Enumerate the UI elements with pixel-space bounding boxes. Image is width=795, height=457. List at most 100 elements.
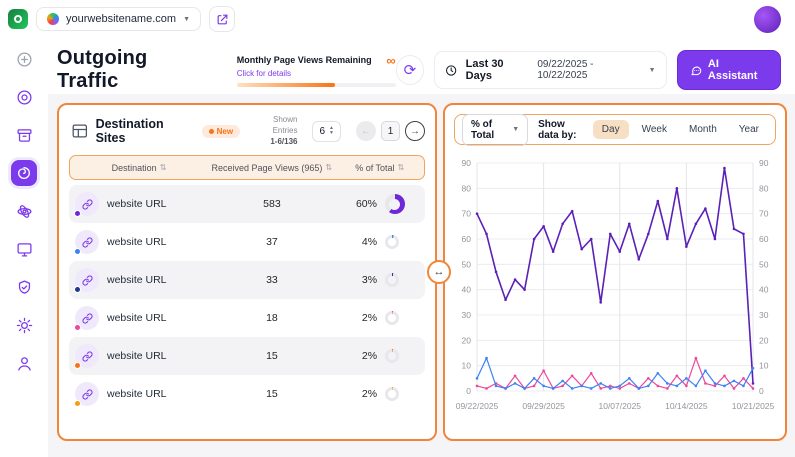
percent-value: 2%	[362, 312, 377, 324]
ai-assistant-label: AI Assistant	[708, 58, 768, 82]
page-views-value: 18	[208, 312, 336, 324]
percent-value: 2%	[362, 350, 377, 362]
sidebar	[0, 38, 48, 457]
column-received-page-views[interactable]: Received Page Views (965)⇅	[208, 163, 335, 173]
clock-icon	[445, 64, 457, 77]
svg-text:10/21/2025: 10/21/2025	[732, 401, 775, 411]
table-row[interactable]: website URL 583 60%	[69, 185, 425, 223]
sidebar-item-archive[interactable]	[11, 122, 37, 148]
percent-value: 4%	[362, 236, 377, 248]
quota-progress-fill	[237, 83, 335, 87]
disc-icon	[16, 89, 33, 106]
table-row[interactable]: website URL 15 2%	[69, 375, 425, 413]
page-views-value: 37	[208, 236, 336, 248]
sort-icon: ⇅	[325, 163, 332, 172]
link-icon-wrap	[75, 192, 99, 216]
granularity-month[interactable]: Month	[680, 120, 726, 139]
granularity-week[interactable]: Week	[633, 120, 676, 139]
chevron-down-icon: ▼	[649, 67, 656, 74]
sidebar-item-sessions[interactable]	[11, 236, 37, 262]
granularity-segments: Day Week Month Year	[593, 120, 768, 139]
line-chart: 0010102020303040405050606070708080909009…	[447, 151, 783, 427]
sidebar-item-outgoing-traffic[interactable]	[11, 160, 37, 186]
percent-value: 2%	[362, 388, 377, 400]
open-site-button[interactable]	[209, 6, 235, 32]
metric-select[interactable]: % of Total ▼	[462, 114, 528, 146]
svg-text:50: 50	[759, 259, 769, 269]
sort-icon: ⇅	[398, 163, 405, 172]
page-size-select[interactable]: 6 ▲▼	[312, 121, 341, 142]
refresh-icon: ⟳	[404, 61, 417, 79]
sidebar-item-add[interactable]	[11, 46, 37, 72]
link-icon	[82, 275, 93, 286]
granularity-day[interactable]: Day	[593, 120, 629, 139]
table-row[interactable]: website URL 37 4%	[69, 223, 425, 261]
row-color-dot	[74, 248, 81, 255]
percent-value: 3%	[362, 274, 377, 286]
granularity-year[interactable]: Year	[730, 120, 768, 139]
destination-label: website URL	[107, 388, 167, 400]
badge-dot-icon	[209, 129, 214, 134]
date-range-picker[interactable]: Last 30 Days 09/22/2025 - 10/22/2025 ▼	[434, 51, 666, 89]
app-window: yourwebsitename.com ▼ Outgoing Traffic M…	[0, 0, 795, 457]
svg-text:30: 30	[462, 310, 472, 320]
show-data-by-label: Show data by:	[538, 119, 585, 141]
page-header: Outgoing Traffic Monthly Page Views Rema…	[0, 38, 795, 94]
destination-label: website URL	[107, 198, 167, 210]
sidebar-item-account[interactable]	[11, 350, 37, 376]
destination-label: website URL	[107, 236, 167, 248]
column-percent-of-total[interactable]: % of Total⇅	[335, 163, 424, 173]
percent-donut	[385, 235, 399, 249]
quota-details-link[interactable]: Click for details	[237, 69, 396, 78]
svg-text:40: 40	[759, 285, 769, 295]
quota-widget: Monthly Page Views Remaining ∞ Click for…	[237, 54, 396, 87]
svg-text:70: 70	[759, 209, 769, 219]
destination-label: website URL	[107, 350, 167, 362]
row-color-dot	[74, 362, 81, 369]
plus-circle-icon	[16, 51, 33, 68]
ai-assistant-button[interactable]: AI Assistant	[677, 50, 781, 90]
site-selector[interactable]: yourwebsitename.com ▼	[36, 7, 201, 31]
prev-page-button[interactable]: ←	[356, 121, 376, 141]
table-icon	[71, 122, 89, 140]
percent-value: 60%	[356, 198, 377, 210]
column-destination[interactable]: Destination⇅	[70, 163, 208, 173]
chart-controls: % of Total ▼ Show data by: Day Week Mont…	[454, 114, 776, 145]
chat-icon	[690, 64, 702, 77]
link-icon	[82, 351, 93, 362]
row-color-dot	[74, 286, 81, 293]
svg-text:09/29/2025: 09/29/2025	[522, 401, 565, 411]
expand-panels-button[interactable]: ↔	[427, 260, 451, 284]
svg-text:10: 10	[759, 361, 769, 371]
table-row[interactable]: website URL 33 3%	[69, 261, 425, 299]
current-page[interactable]: 1	[381, 121, 400, 141]
svg-text:09/22/2025: 09/22/2025	[456, 401, 499, 411]
page-views-value: 15	[208, 388, 336, 400]
site-domain: yourwebsitename.com	[66, 13, 176, 25]
user-avatar[interactable]	[754, 6, 781, 33]
page-title: Outgoing Traffic	[57, 47, 209, 93]
svg-text:70: 70	[462, 209, 472, 219]
sidebar-item-settings[interactable]	[11, 312, 37, 338]
next-page-button[interactable]: →	[405, 121, 425, 141]
svg-text:20: 20	[759, 335, 769, 345]
shown-entries: Shown Entries 1-6/136	[247, 115, 297, 147]
table-body: website URL 583 60% website URL 37 4%	[59, 185, 435, 413]
table-row[interactable]: website URL 15 2%	[69, 337, 425, 375]
table-row[interactable]: website URL 18 2%	[69, 299, 425, 337]
pagination: ← 1 →	[356, 121, 425, 141]
arrows-horizontal-icon: ↔	[434, 266, 445, 278]
sidebar-item-security[interactable]	[11, 274, 37, 300]
archive-icon	[16, 127, 33, 144]
panel-title: Destination Sites	[96, 117, 195, 145]
refresh-button[interactable]: ⟳	[396, 55, 425, 85]
destination-label: website URL	[107, 274, 167, 286]
svg-text:90: 90	[759, 158, 769, 168]
sidebar-item-integrations[interactable]	[11, 198, 37, 224]
quota-label: Monthly Page Views Remaining	[237, 55, 372, 65]
row-color-dot	[74, 400, 81, 407]
table-header-row: Destination⇅ Received Page Views (965)⇅ …	[69, 155, 425, 180]
svg-text:0: 0	[759, 386, 764, 396]
svg-text:90: 90	[462, 158, 472, 168]
sidebar-item-dashboard[interactable]	[11, 84, 37, 110]
